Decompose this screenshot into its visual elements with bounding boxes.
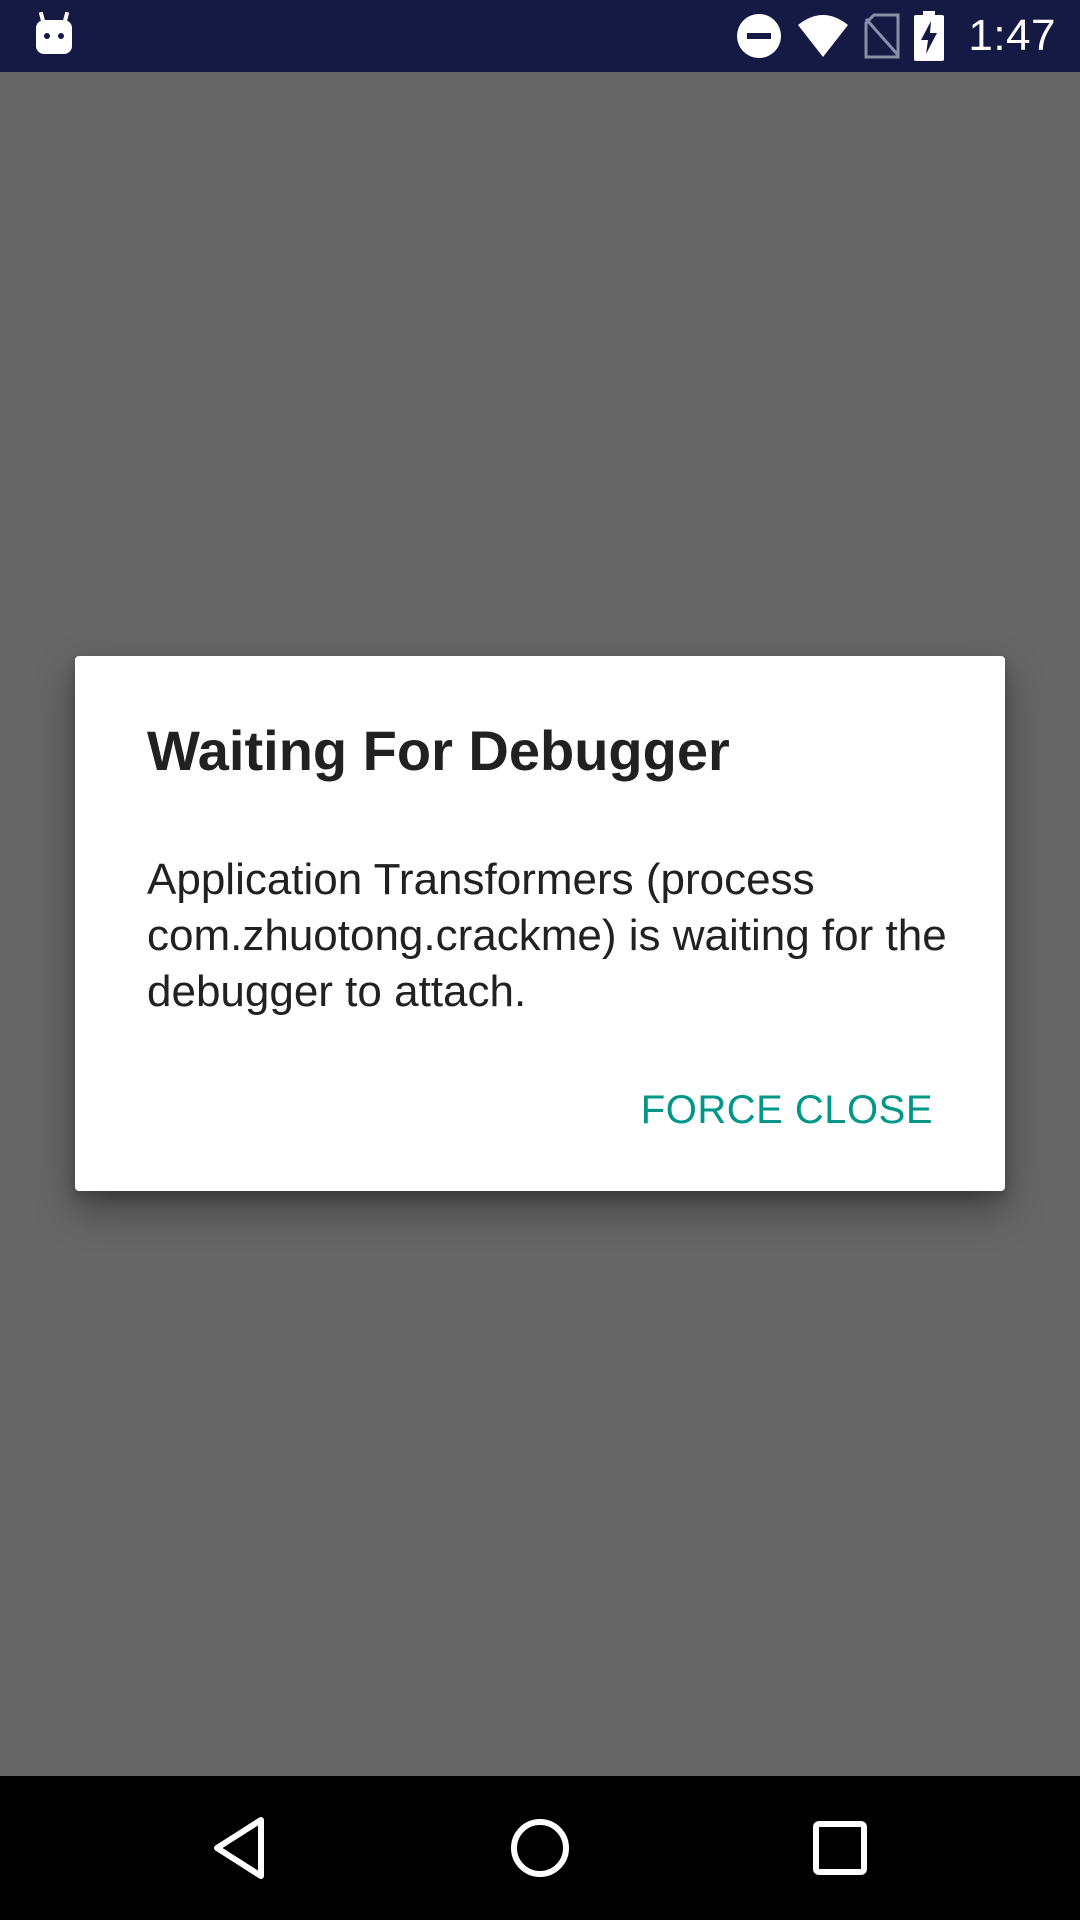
dialog-title: Waiting For Debugger xyxy=(147,719,730,782)
recents-icon[interactable] xyxy=(804,1812,876,1884)
dialog-message: Application Transformers (process com.zh… xyxy=(147,855,947,1016)
android-debug-icon xyxy=(36,12,72,54)
battery-charging-icon xyxy=(914,11,945,61)
navigation-bar xyxy=(0,1776,1080,1920)
no-sim-icon xyxy=(864,13,900,59)
back-icon[interactable] xyxy=(205,1812,277,1884)
waiting-for-debugger-dialog: Waiting For Debugger Application Transfo… xyxy=(75,656,1005,1191)
status-bar: 1:47 xyxy=(0,0,1080,72)
home-icon[interactable] xyxy=(504,1812,576,1884)
wifi-icon xyxy=(798,15,849,57)
force-close-button[interactable]: FORCE CLOSE xyxy=(637,1078,937,1143)
status-clock: 1:47 xyxy=(968,11,1056,60)
do-not-disturb-icon xyxy=(737,14,782,58)
